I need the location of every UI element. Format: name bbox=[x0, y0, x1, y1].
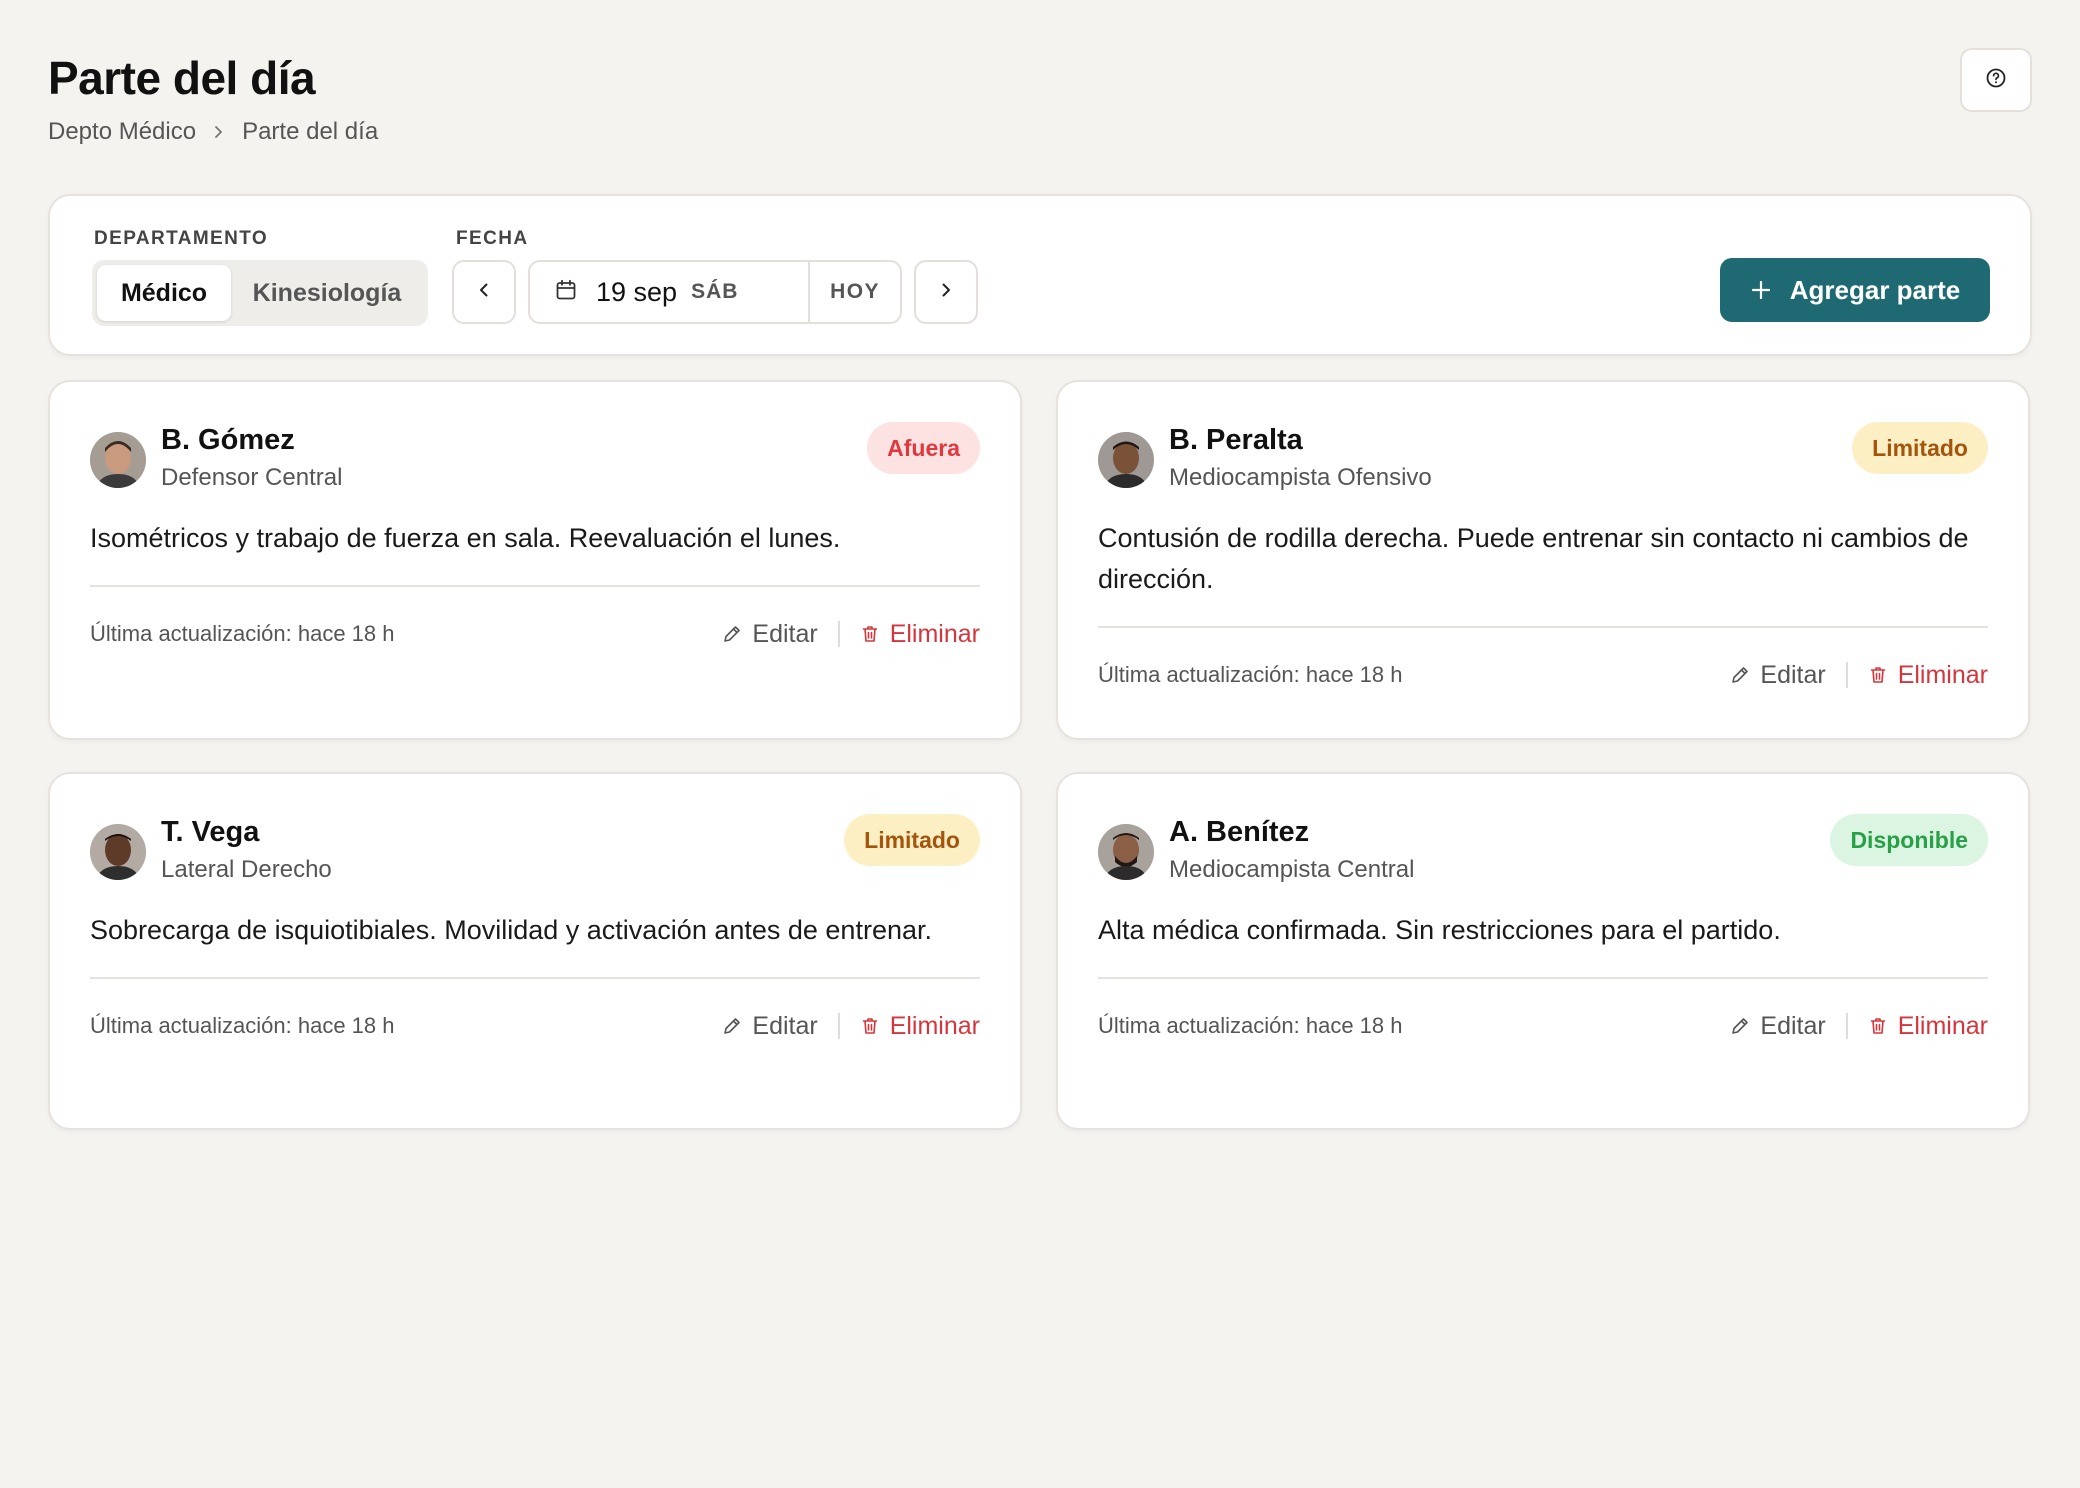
last-updated: Última actualización: hace 18 h bbox=[1098, 662, 1403, 687]
edit-button[interactable]: Editar bbox=[722, 1011, 818, 1041]
action-separator bbox=[1845, 662, 1848, 688]
breadcrumb-item-depto[interactable]: Depto Médico bbox=[48, 118, 196, 146]
avatar bbox=[90, 432, 146, 488]
trash-icon bbox=[862, 1018, 878, 1034]
previous-day-button[interactable] bbox=[452, 260, 516, 324]
status-badge: Afuera bbox=[867, 422, 980, 474]
avatar bbox=[1098, 432, 1154, 488]
card-header: A. Benítez Mediocampista Central Disponi… bbox=[1098, 774, 1988, 883]
last-updated: Última actualización: hace 18 h bbox=[1098, 1013, 1403, 1038]
pencil-icon bbox=[1732, 667, 1749, 683]
today-button[interactable]: HOY bbox=[810, 262, 900, 322]
delete-label: Eliminar bbox=[889, 1011, 980, 1040]
filters-toolbar: DEPARTAMENTO Médico Kinesiología FECHA 1… bbox=[48, 194, 2032, 356]
last-updated: Última actualización: hace 18 h bbox=[90, 1013, 395, 1038]
date-label: FECHA bbox=[456, 228, 529, 249]
pencil-icon bbox=[724, 1018, 741, 1034]
action-separator bbox=[1845, 1013, 1848, 1039]
chevron-right-icon bbox=[937, 281, 955, 304]
card-actions: Editar Eliminar bbox=[1730, 661, 1988, 690]
department-selector: Médico Kinesiología bbox=[92, 260, 428, 326]
card-header: T. Vega Lateral Derecho Limitado bbox=[90, 774, 980, 883]
date-value: 19 sep bbox=[596, 276, 678, 307]
action-separator bbox=[837, 621, 840, 647]
status-badge: Limitado bbox=[844, 814, 980, 866]
report-note: Isométricos y trabajo de fuerza en sala.… bbox=[90, 523, 841, 553]
edit-button[interactable]: Editar bbox=[722, 619, 818, 649]
edit-button[interactable]: Editar bbox=[1730, 660, 1826, 690]
report-card: B. Gómez Defensor Central Afuera Isométr… bbox=[48, 380, 1022, 740]
card-footer: Última actualización: hace 18 h Editar E… bbox=[90, 979, 980, 1073]
player-position: Mediocampista Central bbox=[1169, 856, 1415, 883]
date-display[interactable]: 19 sep SÁB bbox=[530, 262, 808, 322]
delete-button[interactable]: Eliminar bbox=[860, 620, 980, 649]
edit-label: Editar bbox=[1760, 660, 1826, 689]
date-picker: 19 sep SÁB HOY bbox=[528, 260, 902, 324]
department-option-medico[interactable]: Médico bbox=[97, 265, 231, 321]
report-card: B. Peralta Mediocampista Ofensivo Limita… bbox=[1056, 380, 2030, 740]
edit-label: Editar bbox=[752, 619, 818, 648]
card-footer: Última actualización: hace 18 h Editar E… bbox=[90, 587, 980, 681]
last-updated: Última actualización: hace 18 h bbox=[90, 621, 395, 646]
avatar bbox=[1098, 824, 1154, 880]
help-icon bbox=[1985, 67, 2007, 94]
chevron-right-icon bbox=[212, 119, 226, 145]
card-header: B. Peralta Mediocampista Ofensivo Limita… bbox=[1098, 382, 1988, 491]
pencil-icon bbox=[724, 626, 741, 642]
report-card: A. Benítez Mediocampista Central Disponi… bbox=[1056, 772, 2030, 1130]
card-actions: Editar Eliminar bbox=[722, 620, 980, 649]
page: Parte del día Depto Médico Parte del día… bbox=[0, 0, 2080, 1488]
report-note: Sobrecarga de isquiotibiales. Movilidad … bbox=[90, 915, 932, 945]
player-name: A. Benítez bbox=[1169, 816, 1310, 848]
avatar bbox=[90, 824, 146, 880]
player-position: Mediocampista Ofensivo bbox=[1169, 464, 1432, 491]
card-header: B. Gómez Defensor Central Afuera bbox=[90, 382, 980, 491]
delete-button[interactable]: Eliminar bbox=[1868, 661, 1988, 690]
add-report-label: Agregar parte bbox=[1789, 274, 1961, 305]
page-header: Parte del día Depto Médico Parte del día bbox=[48, 0, 2032, 190]
pencil-icon bbox=[1732, 1018, 1749, 1034]
help-button[interactable] bbox=[1960, 48, 2032, 112]
delete-button[interactable]: Eliminar bbox=[860, 1012, 980, 1041]
player-position: Defensor Central bbox=[161, 464, 343, 491]
edit-label: Editar bbox=[1760, 1011, 1826, 1040]
delete-label: Eliminar bbox=[1897, 1011, 1988, 1040]
edit-label: Editar bbox=[752, 1011, 818, 1040]
player-name: T. Vega bbox=[161, 816, 260, 848]
trash-icon bbox=[1870, 1018, 1886, 1034]
add-report-button[interactable]: Agregar parte bbox=[1720, 258, 1990, 322]
report-note: Contusión de rodilla derecha. Puede entr… bbox=[1098, 523, 1969, 594]
status-badge: Limitado bbox=[1852, 422, 1988, 474]
status-badge: Disponible bbox=[1830, 814, 1988, 866]
date-day-of-week: SÁB bbox=[691, 280, 739, 303]
action-separator bbox=[837, 1013, 840, 1039]
delete-label: Eliminar bbox=[1897, 660, 1988, 689]
card-actions: Editar Eliminar bbox=[1730, 1012, 1988, 1041]
calendar-icon bbox=[554, 278, 578, 307]
trash-icon bbox=[862, 626, 878, 642]
report-card: T. Vega Lateral Derecho Limitado Sobreca… bbox=[48, 772, 1022, 1130]
department-option-kinesiologia[interactable]: Kinesiología bbox=[231, 265, 423, 321]
delete-label: Eliminar bbox=[889, 619, 980, 648]
next-day-button[interactable] bbox=[914, 260, 978, 324]
breadcrumb: Depto Médico Parte del día bbox=[48, 118, 2032, 146]
player-name: B. Gómez bbox=[161, 424, 295, 456]
card-footer: Última actualización: hace 18 h Editar E… bbox=[1098, 979, 1988, 1073]
delete-button[interactable]: Eliminar bbox=[1868, 1012, 1988, 1041]
player-name: B. Peralta bbox=[1169, 424, 1303, 456]
report-note: Alta médica confirmada. Sin restriccione… bbox=[1098, 915, 1781, 945]
breadcrumb-item-current: Parte del día bbox=[242, 118, 379, 145]
edit-button[interactable]: Editar bbox=[1730, 1011, 1826, 1041]
card-actions: Editar Eliminar bbox=[722, 1012, 980, 1041]
player-position: Lateral Derecho bbox=[161, 856, 332, 883]
chevron-left-icon bbox=[475, 281, 493, 304]
department-label: DEPARTAMENTO bbox=[94, 228, 269, 249]
page-title: Parte del día bbox=[48, 52, 316, 104]
trash-icon bbox=[1870, 667, 1886, 683]
card-footer: Última actualización: hace 18 h Editar E… bbox=[1098, 628, 1988, 722]
plus-icon bbox=[1750, 273, 1772, 307]
